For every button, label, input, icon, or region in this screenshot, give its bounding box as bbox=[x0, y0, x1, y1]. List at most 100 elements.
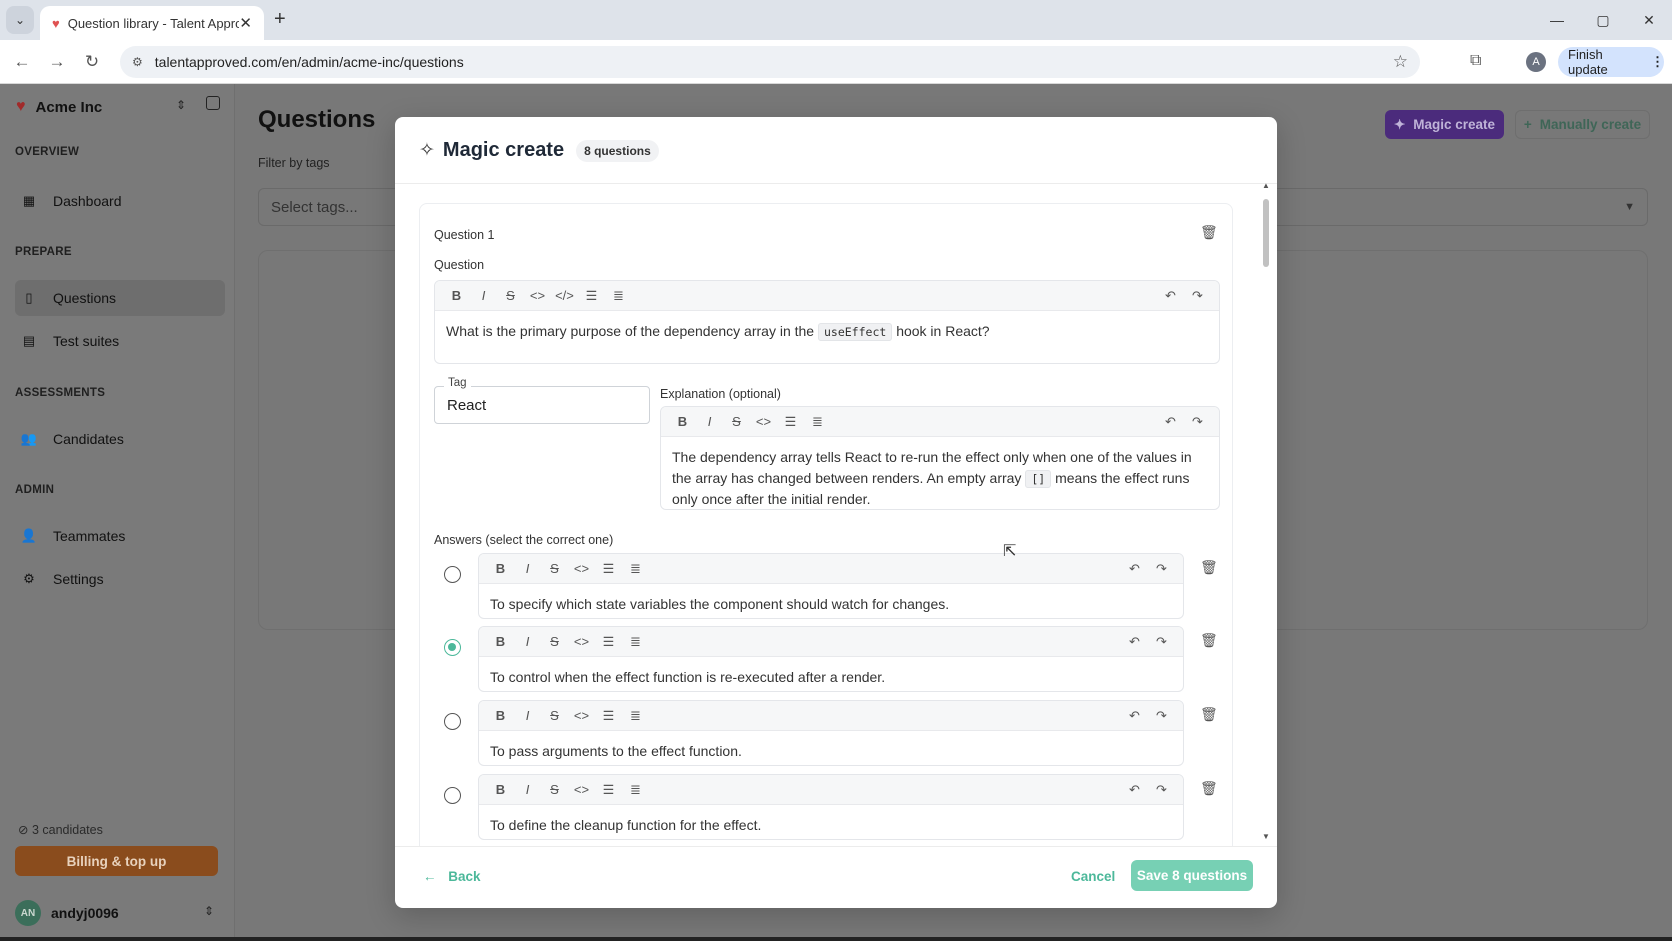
sidebar-item-teammates[interactable]: 👤 Teammates bbox=[15, 518, 225, 554]
back-nav-icon[interactable]: ← bbox=[9, 52, 35, 72]
chevron-updown-icon[interactable]: ⇕ bbox=[204, 904, 214, 918]
trash-icon[interactable]: 🗑 bbox=[1200, 632, 1218, 649]
italic-icon[interactable]: I bbox=[514, 708, 541, 723]
code-icon[interactable]: <> bbox=[568, 782, 595, 797]
numbered-list-icon[interactable]: ≣ bbox=[605, 288, 632, 304]
strikethrough-icon[interactable]: S bbox=[541, 634, 568, 649]
bullet-list-icon[interactable]: ☰ bbox=[595, 782, 622, 798]
sidebar-item-questions[interactable]: ▯ Questions bbox=[15, 280, 225, 316]
bold-icon[interactable]: B bbox=[487, 561, 514, 576]
url-bar[interactable]: ⚙ talentapproved.com/en/admin/acme-inc/q… bbox=[120, 46, 1420, 78]
trash-icon[interactable]: 🗑 bbox=[1200, 559, 1218, 576]
code-block-icon[interactable]: </> bbox=[551, 288, 578, 303]
undo-icon[interactable]: ↶ bbox=[1157, 414, 1184, 430]
numbered-list-icon[interactable]: ≣ bbox=[622, 561, 649, 577]
back-button[interactable]: ← Back bbox=[423, 869, 481, 884]
answer-text[interactable]: To control when the effect function is r… bbox=[479, 657, 1183, 691]
user-menu[interactable]: AN andyj0096 bbox=[15, 900, 119, 926]
undo-icon[interactable]: ↶ bbox=[1157, 288, 1184, 304]
bullet-list-icon[interactable]: ☰ bbox=[578, 288, 605, 304]
browser-tab[interactable]: ♥ Question library - Talent Appro ✕ bbox=[40, 6, 264, 40]
magic-create-button[interactable]: ✦ Magic create bbox=[1385, 110, 1504, 139]
profile-avatar[interactable]: A bbox=[1526, 52, 1546, 72]
answer-radio[interactable] bbox=[444, 713, 461, 730]
italic-icon[interactable]: I bbox=[514, 561, 541, 576]
explanation-text[interactable]: The dependency array tells React to re-r… bbox=[661, 437, 1219, 509]
undo-icon[interactable]: ↶ bbox=[1121, 634, 1148, 650]
answer-editor[interactable]: B I S <> ☰ ≣ ↶ ↷ To pass arguments to th… bbox=[478, 700, 1184, 766]
bold-icon[interactable]: B bbox=[443, 288, 470, 303]
extensions-icon[interactable]: ⧉ bbox=[1470, 52, 1481, 70]
question-editor[interactable]: B I S <> </> ☰ ≣ ↶ ↷ What is the primary… bbox=[434, 280, 1220, 364]
billing-button[interactable]: Billing & top up bbox=[15, 846, 218, 876]
code-icon[interactable]: <> bbox=[568, 634, 595, 649]
answer-editor[interactable]: B I S <> ☰ ≣ ↶ ↷ To specify which state … bbox=[478, 553, 1184, 619]
trash-icon[interactable]: 🗑 bbox=[1200, 706, 1218, 723]
sidebar-item-candidates[interactable]: 👥 Candidates bbox=[15, 421, 225, 457]
new-tab-icon[interactable]: + bbox=[274, 8, 286, 31]
numbered-list-icon[interactable]: ≣ bbox=[622, 634, 649, 650]
cancel-button[interactable]: Cancel bbox=[1071, 869, 1115, 884]
answer-text[interactable]: To define the cleanup function for the e… bbox=[479, 805, 1183, 839]
strikethrough-icon[interactable]: S bbox=[497, 288, 524, 303]
save-questions-button[interactable]: Save 8 questions bbox=[1131, 860, 1253, 891]
code-icon[interactable]: <> bbox=[750, 414, 777, 429]
scrollbar[interactable]: ▲ ▼ bbox=[1262, 181, 1270, 841]
redo-icon[interactable]: ↷ bbox=[1148, 634, 1175, 650]
explanation-editor[interactable]: B I S <> ☰ ≣ ↶ ↷ The dependency array te… bbox=[660, 406, 1220, 510]
answer-editor[interactable]: B I S <> ☰ ≣ ↶ ↷ To control when the eff… bbox=[478, 626, 1184, 692]
strikethrough-icon[interactable]: S bbox=[541, 561, 568, 576]
answer-radio-selected[interactable] bbox=[444, 639, 461, 656]
manually-create-button[interactable]: + Manually create bbox=[1515, 110, 1650, 139]
numbered-list-icon[interactable]: ≣ bbox=[622, 782, 649, 798]
redo-icon[interactable]: ↷ bbox=[1148, 782, 1175, 798]
dialog-scroll-area[interactable]: Question 1 🗑 Question B I S <> </> ☰ ≣ ↶… bbox=[395, 184, 1277, 846]
italic-icon[interactable]: I bbox=[514, 634, 541, 649]
site-info-icon[interactable]: ⚙ bbox=[132, 55, 143, 69]
redo-icon[interactable]: ↷ bbox=[1184, 288, 1211, 304]
bullet-list-icon[interactable]: ☰ bbox=[777, 414, 804, 430]
trash-icon[interactable]: 🗑 bbox=[1200, 780, 1218, 797]
strikethrough-icon[interactable]: S bbox=[723, 414, 750, 429]
sidebar-item-settings[interactable]: ⚙ Settings bbox=[15, 561, 225, 597]
bullet-list-icon[interactable]: ☰ bbox=[595, 708, 622, 724]
question-text[interactable]: What is the primary purpose of the depen… bbox=[435, 311, 1219, 353]
bullet-list-icon[interactable]: ☰ bbox=[595, 634, 622, 650]
italic-icon[interactable]: I bbox=[470, 288, 497, 303]
italic-icon[interactable]: I bbox=[696, 414, 723, 429]
answer-radio[interactable] bbox=[444, 566, 461, 583]
numbered-list-icon[interactable]: ≣ bbox=[804, 414, 831, 430]
close-tab-icon[interactable]: ✕ bbox=[239, 14, 252, 32]
scroll-down-icon[interactable]: ▼ bbox=[1262, 832, 1270, 841]
trash-icon[interactable]: 🗑 bbox=[1200, 224, 1218, 241]
org-switcher[interactable]: ♥ Acme Inc bbox=[16, 98, 102, 116]
code-icon[interactable]: <> bbox=[568, 708, 595, 723]
strikethrough-icon[interactable]: S bbox=[541, 782, 568, 797]
undo-icon[interactable]: ↶ bbox=[1121, 782, 1148, 798]
reload-icon[interactable]: ↻ bbox=[79, 52, 105, 72]
forward-nav-icon[interactable]: → bbox=[44, 52, 70, 72]
undo-icon[interactable]: ↶ bbox=[1121, 708, 1148, 724]
undo-icon[interactable]: ↶ bbox=[1121, 561, 1148, 577]
sidebar-item-test-suites[interactable]: ▤ Test suites bbox=[15, 323, 225, 359]
minimize-icon[interactable]: — bbox=[1534, 0, 1580, 40]
tab-search-icon[interactable]: ⌄ bbox=[6, 6, 34, 34]
bold-icon[interactable]: B bbox=[487, 782, 514, 797]
bookmark-star-icon[interactable]: ☆ bbox=[1393, 52, 1408, 72]
answer-text[interactable]: To pass arguments to the effect function… bbox=[479, 731, 1183, 765]
scroll-up-icon[interactable]: ▲ bbox=[1262, 181, 1270, 190]
code-icon[interactable]: <> bbox=[524, 288, 551, 303]
redo-icon[interactable]: ↷ bbox=[1148, 561, 1175, 577]
scrollbar-thumb[interactable] bbox=[1263, 199, 1269, 267]
bold-icon[interactable]: B bbox=[487, 708, 514, 723]
strikethrough-icon[interactable]: S bbox=[541, 708, 568, 723]
answer-text[interactable]: To specify which state variables the com… bbox=[479, 584, 1183, 618]
bold-icon[interactable]: B bbox=[487, 634, 514, 649]
sidebar-item-dashboard[interactable]: ▦ Dashboard bbox=[15, 183, 225, 219]
close-window-icon[interactable]: ✕ bbox=[1626, 0, 1672, 40]
italic-icon[interactable]: I bbox=[514, 782, 541, 797]
chevron-updown-icon[interactable]: ⇕ bbox=[176, 98, 186, 112]
answer-radio[interactable] bbox=[444, 787, 461, 804]
redo-icon[interactable]: ↷ bbox=[1184, 414, 1211, 430]
maximize-icon[interactable]: ▢ bbox=[1580, 0, 1626, 40]
